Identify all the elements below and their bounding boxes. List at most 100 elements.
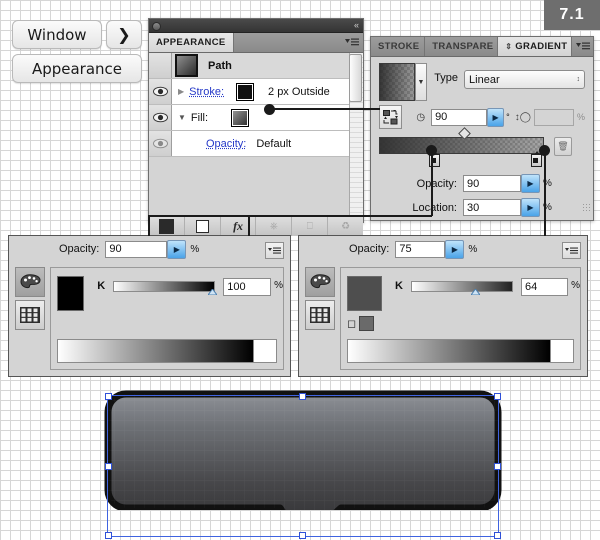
none-color-chip[interactable] bbox=[253, 340, 276, 362]
gradient-angle-value: 90 bbox=[435, 111, 448, 123]
tab-grip-icon: ⇕ bbox=[505, 42, 513, 51]
expander-fill-icon[interactable]: ▼ bbox=[178, 113, 186, 122]
registration-swatch-icon[interactable] bbox=[359, 316, 375, 331]
clear-appearance-button[interactable]: ⎈ bbox=[256, 217, 293, 236]
expander-stroke-icon[interactable]: ▶ bbox=[178, 87, 184, 96]
none-color-chip[interactable] bbox=[550, 340, 573, 362]
channel-k-slider-thumb[interactable] bbox=[470, 289, 480, 295]
channel-k-label: K bbox=[395, 280, 403, 292]
panel-menu-icon[interactable] bbox=[562, 242, 581, 259]
selection-handle-br[interactable] bbox=[494, 532, 501, 539]
selection-handle-tr[interactable] bbox=[494, 393, 501, 400]
appearance-row-fill-label[interactable]: Fill: bbox=[191, 112, 208, 124]
stroke-color-swatch[interactable] bbox=[236, 82, 255, 101]
delete-item-button[interactable]: ♻ bbox=[328, 217, 363, 236]
stroke-value: 2 px Outside bbox=[268, 85, 330, 98]
opacity-stepper[interactable]: ▶ bbox=[445, 239, 465, 259]
gradient-opacity-value: 90 bbox=[467, 177, 480, 190]
visibility-toggle-stroke[interactable] bbox=[149, 79, 172, 104]
duplicate-item-button[interactable]: ⎕ bbox=[292, 217, 329, 236]
none-color-icon[interactable]: ◻ bbox=[347, 317, 356, 330]
color-spectrum-ramp[interactable] bbox=[57, 339, 277, 363]
channel-k-input[interactable]: 100 bbox=[223, 278, 272, 296]
opacity-stepper[interactable]: ▶ bbox=[167, 239, 187, 259]
gradient-opacity-stepper[interactable]: ▶ bbox=[521, 174, 540, 193]
angle-icon: ◷ bbox=[416, 111, 426, 123]
gradient-preview-thumbnail[interactable] bbox=[379, 63, 415, 101]
panel-menu-icon[interactable] bbox=[341, 33, 363, 52]
panel-menu-glyph bbox=[345, 38, 359, 46]
visibility-toggle-fill[interactable] bbox=[149, 105, 172, 130]
selection-handle-bl[interactable] bbox=[105, 532, 112, 539]
channel-k-slider[interactable] bbox=[113, 281, 216, 292]
new-stroke-button[interactable] bbox=[149, 217, 185, 236]
channel-k-unit: % bbox=[274, 280, 283, 291]
gradient-preset-dropdown[interactable]: ▼ bbox=[414, 63, 428, 101]
tab-appearance[interactable]: APPEARANCE bbox=[149, 33, 234, 52]
selection-handle-tl[interactable] bbox=[105, 393, 112, 400]
new-fill-button[interactable] bbox=[185, 217, 221, 236]
appearance-scrollbar-thumb[interactable] bbox=[349, 54, 362, 102]
appearance-footer-toolbar: fx ⎈ ⎕ ♻ bbox=[149, 216, 363, 236]
swatches-grid-glyph bbox=[20, 307, 40, 323]
color-spectrum-ramp[interactable] bbox=[347, 339, 574, 363]
selection-handle-bc[interactable] bbox=[299, 532, 306, 539]
channel-k-slider[interactable] bbox=[410, 281, 513, 292]
appearance-panel-titlebar[interactable]: « bbox=[149, 19, 363, 33]
tab-transparency[interactable]: TRANSPARE bbox=[425, 37, 499, 56]
reverse-gradient-icon[interactable] bbox=[379, 105, 403, 129]
current-color-swatch[interactable] bbox=[57, 276, 85, 311]
tab-stroke[interactable]: STROKE bbox=[371, 37, 426, 56]
gradient-type-value: Linear bbox=[469, 73, 500, 86]
panel-collapse-icon[interactable]: « bbox=[354, 20, 359, 31]
current-color-swatch[interactable] bbox=[347, 276, 382, 311]
gradient-slider-track[interactable] bbox=[379, 137, 544, 154]
gradient-panel: STROKE TRANSPARE ⇕ GRADIENT ▼ Type Linea… bbox=[370, 36, 594, 221]
visibility-toggle-opacity[interactable] bbox=[149, 131, 172, 156]
panel-menu-icon[interactable] bbox=[572, 37, 593, 56]
appearance-row-stroke-label[interactable]: Stroke: bbox=[189, 86, 224, 98]
gradient-type-select[interactable]: Linear ↕ bbox=[464, 70, 585, 89]
appearance-row-opacity[interactable]: Opacity: Default bbox=[149, 131, 363, 157]
panel-resize-grip[interactable] bbox=[582, 203, 591, 212]
swatches-grid-icon[interactable] bbox=[15, 300, 45, 330]
selection-handle-mr[interactable] bbox=[494, 463, 501, 470]
artwork-canvas bbox=[104, 390, 502, 540]
tab-gradient[interactable]: ⇕ GRADIENT bbox=[498, 37, 573, 56]
menu-item-window[interactable]: Window bbox=[12, 20, 102, 49]
fill-gradient-swatch[interactable] bbox=[231, 108, 250, 127]
appearance-row-stroke[interactable]: ▶ Stroke: 2 px Outside bbox=[149, 79, 363, 105]
gradient-aspect-input[interactable] bbox=[533, 108, 574, 126]
gradient-location-input[interactable]: 30 bbox=[463, 199, 521, 216]
gradient-angle-stepper[interactable]: ▶ bbox=[487, 107, 505, 127]
color-palette-icon[interactable] bbox=[15, 267, 45, 297]
gradient-stop-end[interactable] bbox=[531, 151, 542, 167]
gradient-opacity-input[interactable]: 90 bbox=[463, 175, 521, 192]
appearance-row-opacity-label[interactable]: Opacity: bbox=[206, 138, 246, 150]
chevron-right-icon: ❯ bbox=[106, 20, 142, 49]
add-effect-button[interactable]: fx bbox=[221, 217, 257, 236]
appearance-scrollbar[interactable] bbox=[349, 53, 363, 216]
menu-item-appearance[interactable]: Appearance bbox=[12, 54, 142, 83]
gradient-tabstrip: STROKE TRANSPARE ⇕ GRADIENT bbox=[371, 37, 593, 57]
selection-handle-ml[interactable] bbox=[105, 463, 112, 470]
color-panel-left-toolstrip bbox=[15, 267, 45, 333]
trash-icon[interactable]: 🗑 bbox=[554, 137, 572, 156]
color-palette-glyph bbox=[19, 274, 41, 289]
version-badge: 7.1 bbox=[544, 0, 600, 30]
panel-close-dot-icon[interactable] bbox=[152, 22, 161, 31]
channel-k-slider-thumb[interactable] bbox=[208, 289, 218, 295]
version-badge-label: 7.1 bbox=[559, 6, 585, 23]
panel-menu-icon[interactable] bbox=[265, 242, 284, 259]
swatches-grid-icon[interactable] bbox=[305, 300, 335, 330]
color-palette-icon[interactable] bbox=[305, 267, 335, 297]
swatches-grid-glyph bbox=[310, 307, 330, 323]
selection-handle-tc[interactable] bbox=[299, 393, 306, 400]
appearance-row-path[interactable]: Path bbox=[149, 53, 363, 79]
opacity-input[interactable]: 75 bbox=[395, 240, 446, 258]
menu-item-window-label: Window bbox=[27, 25, 87, 44]
opacity-input[interactable]: 90 bbox=[105, 240, 168, 258]
gradient-location-stepper[interactable]: ▶ bbox=[521, 198, 540, 217]
channel-k-input[interactable]: 64 bbox=[520, 278, 569, 296]
gradient-angle-input[interactable]: 90 bbox=[431, 108, 488, 126]
